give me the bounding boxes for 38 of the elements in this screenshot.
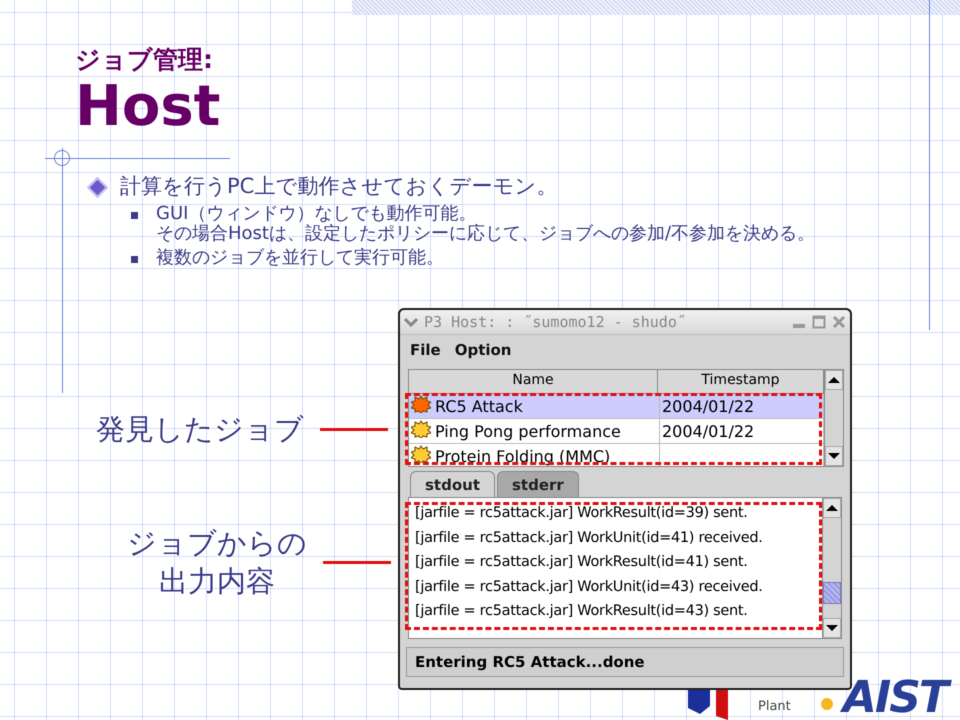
- table-row[interactable]: Protein Folding (MMC): [409, 444, 824, 466]
- log-line: [jarfile = rc5attack.jar] WorkResult(id=41) sent.: [415, 553, 749, 572]
- log-line: [jarfile = rc5attack.jar] WorkUnit(id=41) received.: [415, 528, 764, 548]
- callout-label: 発見したジョブ: [96, 411, 304, 448]
- table-cell: 2004/01/22: [662, 396, 754, 416]
- table-cell: 2004/01/22: [662, 422, 754, 440]
- callout-label: 出力内容: [159, 563, 275, 600]
- square-bullet-icon: [131, 256, 138, 263]
- menu-item[interactable]: Option: [454, 341, 512, 359]
- log-line: [jarfile = rc5attack.jar] WorkResult(id=43) sent.: [415, 602, 749, 621]
- menu-item[interactable]: File: [410, 341, 441, 359]
- log-line: [jarfile = rc5attack.jar] WorkUnit(id=43) received.: [415, 578, 764, 596]
- scroll-thumb[interactable]: [823, 582, 841, 604]
- status-bar: Entering RC5 Attack...done: [406, 647, 844, 677]
- bullet-text: その場合Hostは、設定したポリシーに応じて、ジョブへの参加/不参加を決める。: [156, 224, 816, 244]
- table-cell: Ping Pong performance: [435, 422, 621, 440]
- table-row[interactable]: Ping Pong performance 2004/01/22: [409, 419, 824, 444]
- dot-icon: [820, 698, 833, 710]
- slide-heading: ジョブ管理:: [75, 44, 214, 76]
- log-line: [jarfile = rc5attack.jar] WorkResult(id=39) sent.: [415, 504, 749, 523]
- bullet-text: GUI（ウィンドウ）なしでも動作可能。: [156, 204, 476, 224]
- window-title: P3 Host: : ˝sumomo12 - shudo˝: [424, 313, 687, 331]
- scrollbar[interactable]: [822, 498, 841, 638]
- callout-label: ジョブからの: [127, 525, 307, 562]
- bullet-text: 計算を行うPC上で動作させておくデーモン。: [120, 173, 558, 200]
- square-bullet-icon: [131, 212, 138, 219]
- leader-line: [320, 428, 388, 430]
- slide-title: Host: [75, 76, 220, 138]
- table-row[interactable]: RC5 Attack 2004/01/22: [409, 394, 824, 419]
- leader-line: [323, 560, 391, 564]
- tab[interactable]: stdout: [410, 471, 495, 497]
- bullet-text: 複数のジョブを並行して実行可能。: [156, 248, 444, 268]
- tab[interactable]: stderr: [497, 471, 579, 497]
- chevron-icon[interactable]: [404, 317, 418, 327]
- logo-text: Plant: [758, 699, 791, 714]
- table-cell: RC5 Attack: [435, 396, 523, 416]
- scrollbar[interactable]: [824, 370, 843, 466]
- table-cell: Protein Folding (MMC): [435, 446, 610, 466]
